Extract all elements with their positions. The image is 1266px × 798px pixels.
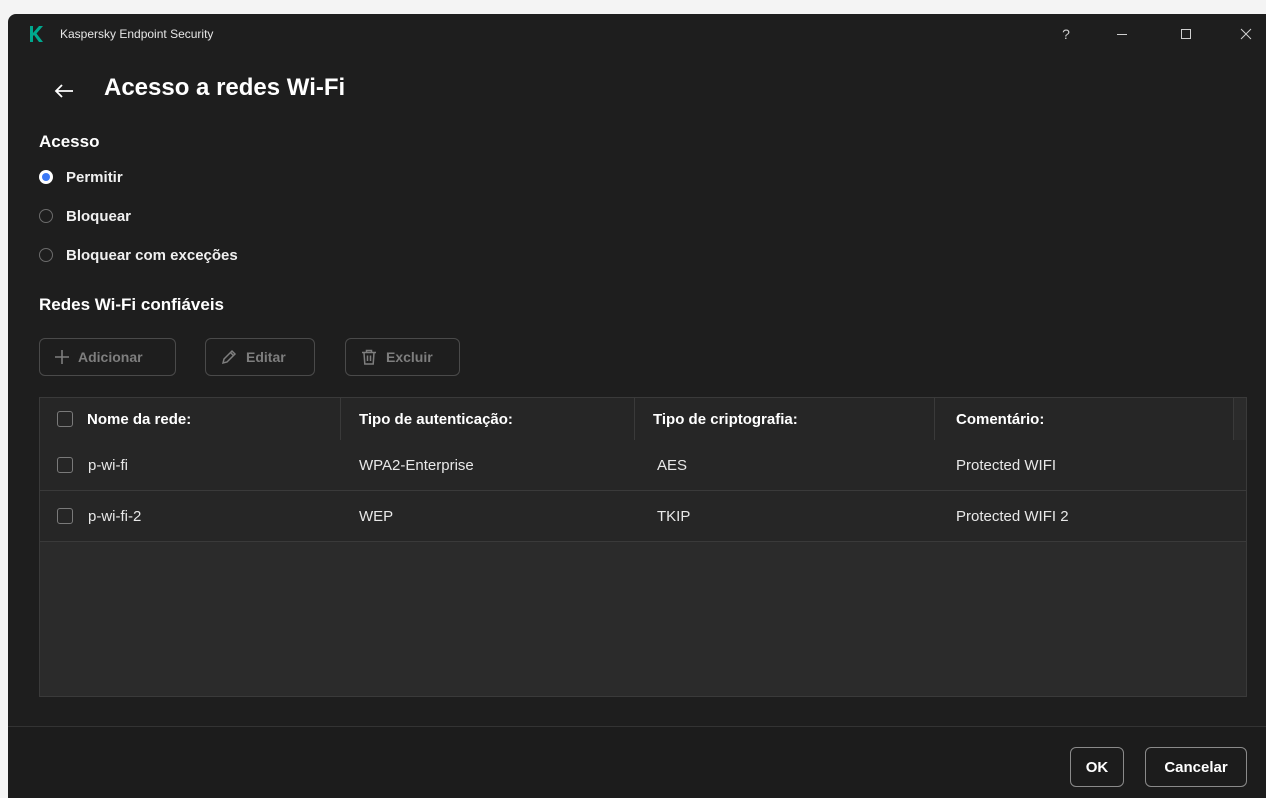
minimize-button[interactable] xyxy=(1104,20,1140,48)
radio-bloquear[interactable]: Bloquear xyxy=(39,204,131,228)
maximize-icon xyxy=(1181,29,1191,39)
radio-label: Permitir xyxy=(66,168,123,186)
cell-network-name: p-wi-fi-2 xyxy=(88,507,142,525)
table-row[interactable]: p-wi-fi WPA2-Enterprise AES Protected WI… xyxy=(40,440,1246,491)
cell-network-name: p-wi-fi xyxy=(88,456,128,474)
row-checkbox[interactable] xyxy=(57,508,73,524)
back-button[interactable] xyxy=(48,75,80,107)
radio-permitir[interactable]: Permitir xyxy=(39,165,123,189)
add-button[interactable]: Adicionar xyxy=(39,338,176,376)
help-button[interactable]: ? xyxy=(1048,20,1084,48)
delete-button[interactable]: Excluir xyxy=(345,338,460,376)
minimize-icon xyxy=(1117,34,1127,35)
page-title: Acesso a redes Wi-Fi xyxy=(104,74,346,101)
pencil-icon xyxy=(221,349,237,365)
edit-button-label: Editar xyxy=(246,349,286,365)
column-header-auth-type[interactable]: Tipo de autenticação: xyxy=(341,398,635,440)
radio-bloquear-com-excecoes[interactable]: Bloquear com exceções xyxy=(39,243,238,267)
cancel-button[interactable]: Cancelar xyxy=(1145,747,1247,787)
table-header: Nome da rede: Tipo de autenticação: Tipo… xyxy=(40,398,1234,441)
cell-encryption-type: TKIP xyxy=(657,507,691,525)
column-header-label: Tipo de autenticação: xyxy=(359,410,513,428)
cell-auth-type: WEP xyxy=(359,507,394,525)
access-section-label: Acesso xyxy=(39,132,100,151)
trash-icon xyxy=(362,349,376,365)
cell-auth-type: WPA2-Enterprise xyxy=(359,456,474,474)
kaspersky-logo-icon xyxy=(30,26,43,42)
radio-button[interactable] xyxy=(39,248,53,262)
select-all-checkbox[interactable] xyxy=(57,411,73,427)
trusted-networks-label: Redes Wi-Fi confiáveis xyxy=(39,295,225,314)
edit-button[interactable]: Editar xyxy=(205,338,315,376)
ok-button[interactable]: OK xyxy=(1070,747,1124,787)
window-title: Kaspersky Endpoint Security xyxy=(60,27,214,41)
column-header-comment[interactable]: Comentário: xyxy=(935,398,1234,440)
column-header-encryption-type[interactable]: Tipo de criptografia: xyxy=(635,398,935,440)
radio-label: Bloquear xyxy=(66,207,132,225)
column-header-label: Nome da rede: xyxy=(87,410,192,428)
column-header-network-name[interactable]: Nome da rede: xyxy=(40,398,341,440)
radio-label: Bloquear com exceções xyxy=(66,246,238,264)
cell-comment: Protected WIFI xyxy=(956,456,1057,474)
close-button[interactable] xyxy=(1228,20,1264,48)
cell-encryption-type: AES xyxy=(657,456,688,474)
row-checkbox[interactable] xyxy=(57,457,73,473)
column-header-label: Comentário: xyxy=(956,410,1045,428)
table-row[interactable]: p-wi-fi-2 WEP TKIP Protected WIFI 2 xyxy=(40,491,1246,542)
plus-icon xyxy=(55,350,69,364)
close-icon xyxy=(1240,28,1252,40)
radio-button[interactable] xyxy=(39,209,53,223)
radio-button-checked[interactable] xyxy=(39,170,53,184)
arrow-left-icon xyxy=(54,84,73,98)
row-checkbox-cell xyxy=(57,491,73,541)
trusted-networks-table: Nome da rede: Tipo de autenticação: Tipo… xyxy=(39,397,1247,697)
delete-button-label: Excluir xyxy=(386,349,433,365)
maximize-button[interactable] xyxy=(1168,20,1204,48)
app-window: Kaspersky Endpoint Security ? Acesso a r… xyxy=(8,14,1266,798)
add-button-label: Adicionar xyxy=(78,349,143,365)
cell-comment: Protected WIFI 2 xyxy=(956,507,1069,525)
dialog-footer: OK Cancelar xyxy=(8,726,1266,798)
row-checkbox-cell xyxy=(57,440,73,490)
column-header-label: Tipo de criptografia: xyxy=(653,410,798,428)
title-bar: Kaspersky Endpoint Security ? xyxy=(8,14,1266,54)
page-header: Acesso a redes Wi-Fi xyxy=(8,70,1266,110)
